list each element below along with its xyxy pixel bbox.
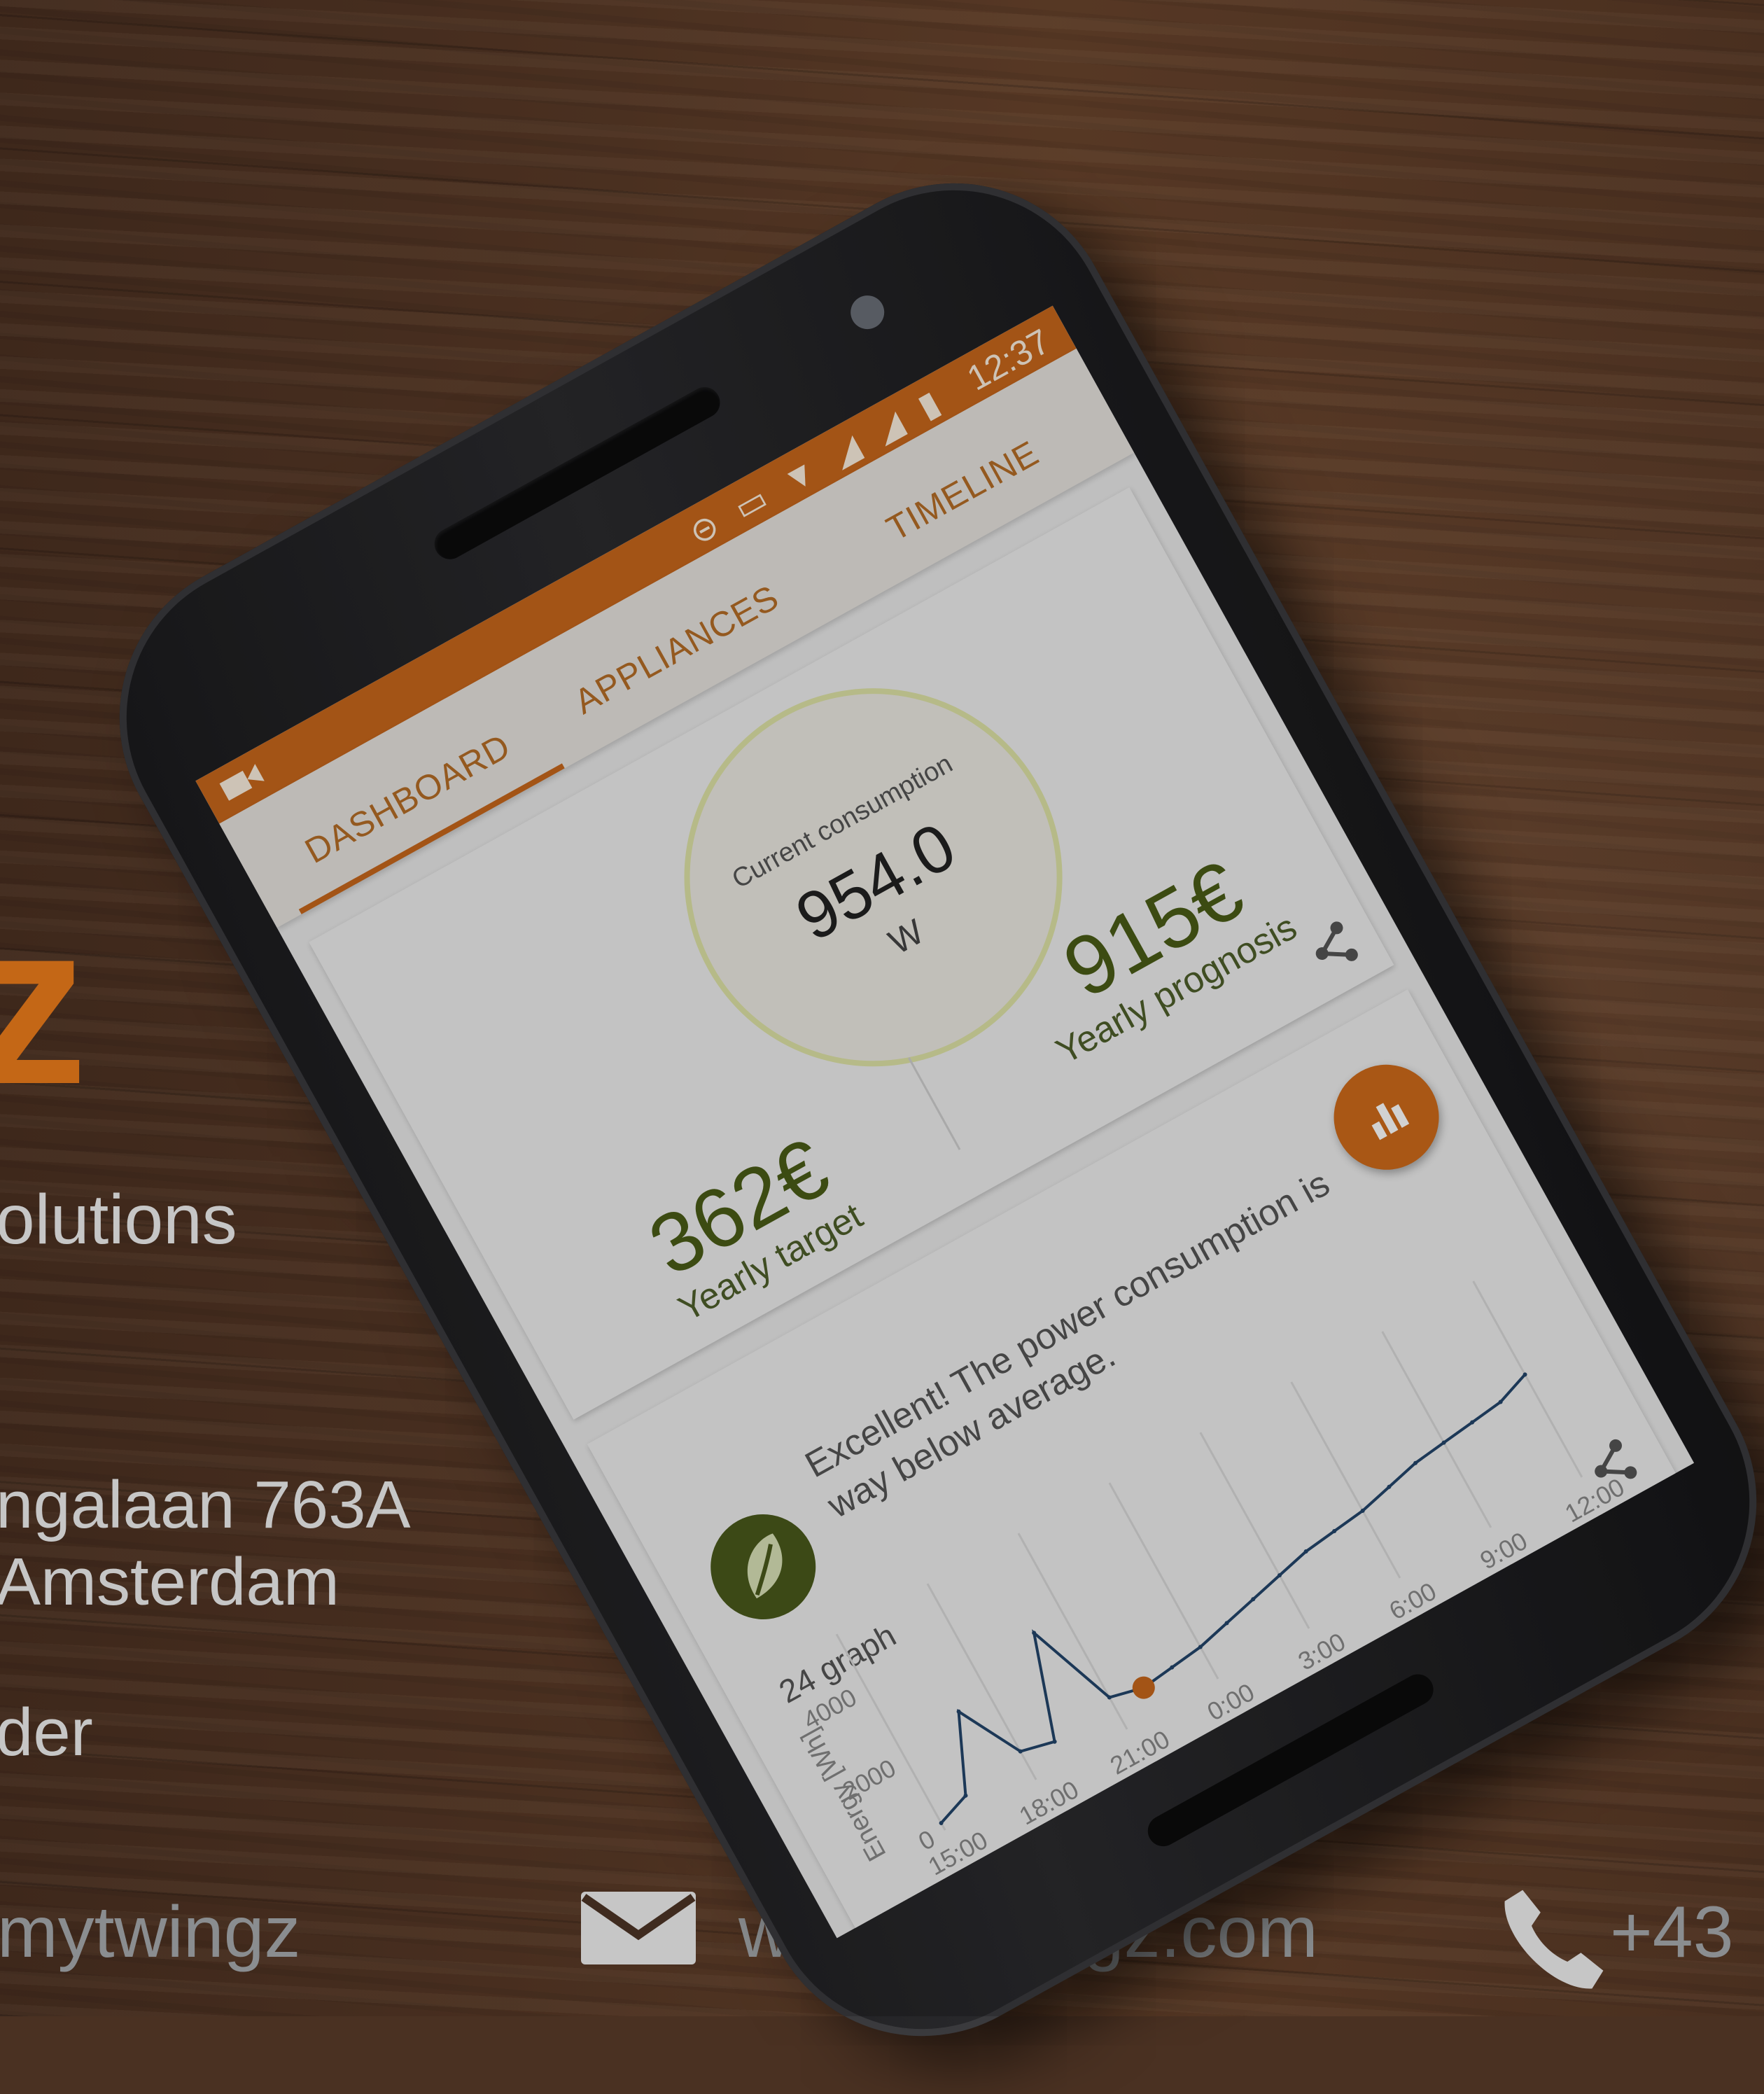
brand-letter: z bbox=[0, 874, 88, 1132]
x-gridline bbox=[1381, 1331, 1492, 1528]
stats-divider bbox=[908, 1057, 961, 1150]
tagline: olutions bbox=[0, 1180, 237, 1259]
y-tick-label: 4000 bbox=[798, 1682, 861, 1735]
role-text: der bbox=[0, 1695, 93, 1770]
battery-icon: ▮ bbox=[911, 381, 953, 426]
phone-icon bbox=[1504, 1890, 1604, 1989]
current-time-marker[interactable] bbox=[1128, 1673, 1159, 1703]
y-axis-label: Energy [Wh] bbox=[795, 1724, 892, 1866]
address-line-1: ngalaan 763A bbox=[0, 1467, 411, 1542]
share-icon[interactable] bbox=[1299, 913, 1368, 982]
phone-number[interactable]: +43 bbox=[1610, 1896, 1733, 1969]
mail-icon bbox=[581, 1892, 696, 1964]
x-gridline bbox=[1472, 1280, 1583, 1478]
address-line-2: Amsterdam bbox=[0, 1544, 340, 1619]
camera-icon bbox=[219, 764, 265, 801]
x-gridline bbox=[1108, 1482, 1219, 1680]
consumption-ring[interactable]: Current consumption 954.0 W bbox=[616, 620, 1130, 1135]
social-handle[interactable]: mytwingz bbox=[0, 1896, 300, 1969]
y-tick-label: 0 bbox=[913, 1824, 939, 1856]
tab-timeline[interactable]: TIMELINE bbox=[880, 433, 1046, 549]
y-tick-label: 2000 bbox=[837, 1753, 900, 1806]
bar-chart-icon bbox=[1371, 1103, 1410, 1140]
